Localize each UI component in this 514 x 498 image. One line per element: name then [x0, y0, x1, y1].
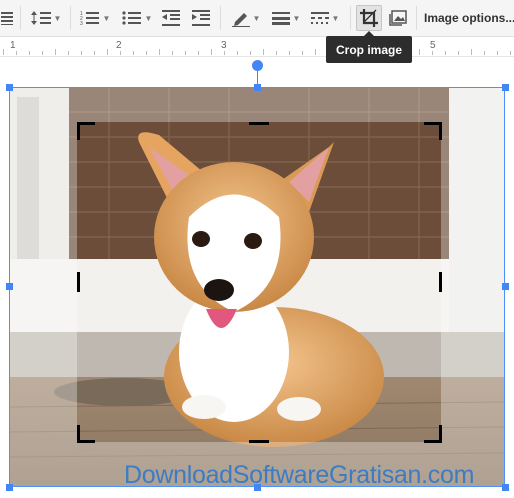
- horizontal-ruler[interactable]: 1 2 3 5: [0, 37, 514, 57]
- crop-handle-top[interactable]: [249, 122, 269, 125]
- crop-handle-right[interactable]: [439, 272, 442, 292]
- ruler-tick: [211, 49, 212, 55]
- chevron-down-icon: ▼: [252, 13, 261, 23]
- resize-handle-right[interactable]: [502, 283, 509, 290]
- ruler-tick: [432, 51, 433, 55]
- ruler-tick: [289, 51, 290, 55]
- crop-handle-bottom-left[interactable]: [77, 425, 80, 443]
- toolbar: ▼ 1 2 3 ▼ ▼ ▼ ▼ ▼ Image options...: [0, 0, 514, 37]
- ruler-tick: [16, 51, 17, 55]
- ruler-tick: [419, 49, 420, 55]
- line-dash-button[interactable]: ▼: [306, 5, 344, 31]
- ruler-tick: [81, 51, 82, 55]
- chevron-down-icon: ▼: [144, 13, 153, 23]
- image-options-label: Image options...: [424, 11, 514, 25]
- replace-image-button[interactable]: [386, 5, 410, 31]
- line-spacing-button[interactable]: ▼: [28, 5, 64, 31]
- ruler-tick: [29, 51, 30, 55]
- ruler-tick: [315, 49, 316, 55]
- crop-frame: [77, 122, 442, 443]
- ruler-tick: [94, 51, 95, 55]
- ruler-tick: [133, 51, 134, 55]
- bulleted-list-button[interactable]: ▼: [119, 5, 155, 31]
- increase-indent-button[interactable]: [190, 5, 212, 31]
- crop-image-tooltip: Crop image: [326, 31, 412, 63]
- crop-image-button[interactable]: [356, 5, 382, 31]
- ruler-tick: [120, 51, 121, 55]
- decrease-indent-icon: [162, 10, 180, 26]
- resize-handle-bottom-left[interactable]: [6, 484, 13, 491]
- replace-image-icon: [389, 10, 407, 26]
- ruler-tick: [445, 51, 446, 55]
- line-dash-icon: [310, 12, 329, 24]
- ruler-tick: [42, 51, 43, 55]
- ruler-tick: [250, 51, 251, 55]
- ruler-tick: [55, 49, 56, 55]
- resize-handle-left[interactable]: [6, 283, 13, 290]
- line-spacing-icon: [30, 11, 51, 25]
- ruler-tick: [172, 51, 173, 55]
- resize-handle-top[interactable]: [254, 84, 261, 91]
- ruler-tick: [159, 49, 160, 55]
- ruler-number: 5: [430, 40, 436, 51]
- svg-text:3: 3: [80, 21, 83, 26]
- align-justify-icon: [1, 12, 13, 25]
- ruler-tick: [198, 51, 199, 55]
- ruler-tick: [107, 49, 108, 55]
- ruler-tick: [68, 51, 69, 55]
- bulleted-list-icon: [121, 11, 141, 25]
- crop-handle-left[interactable]: [77, 272, 80, 292]
- watermark-text: DownloadSoftwareGratisan.com: [124, 461, 475, 489]
- ruler-tick: [263, 49, 264, 55]
- chevron-down-icon: ▼: [292, 13, 301, 23]
- rotate-handle[interactable]: [252, 60, 263, 71]
- toolbar-separator: [70, 6, 71, 30]
- crop-handle-top-right[interactable]: [439, 122, 442, 140]
- ruler-tick: [237, 51, 238, 55]
- chevron-down-icon: ▼: [102, 13, 111, 23]
- ruler-tick: [185, 51, 186, 55]
- resize-handle-bottom-right[interactable]: [502, 484, 509, 491]
- ruler-tick: [471, 49, 472, 55]
- numbered-list-icon: 1 2 3: [80, 11, 99, 26]
- align-justify-button[interactable]: [0, 5, 14, 31]
- crop-icon: [360, 9, 378, 27]
- crop-handle-top-left[interactable]: [77, 122, 80, 140]
- resize-handle-top-left[interactable]: [6, 84, 13, 91]
- resize-handle-top-right[interactable]: [502, 84, 509, 91]
- crop-handle-bottom-right[interactable]: [439, 425, 442, 443]
- ruler-tick: [458, 51, 459, 55]
- ruler-tick: [146, 51, 147, 55]
- ruler-tick: [484, 51, 485, 55]
- line-weight-button[interactable]: ▼: [268, 5, 304, 31]
- chevron-down-icon: ▼: [331, 13, 340, 23]
- pen-color-icon: [231, 13, 250, 27]
- ruler-tick: [224, 51, 225, 55]
- image-options-button[interactable]: Image options...: [424, 5, 514, 31]
- toolbar-separator: [416, 6, 417, 30]
- increase-indent-icon: [192, 10, 210, 26]
- ruler-tick: [302, 51, 303, 55]
- crop-handle-bottom[interactable]: [249, 440, 269, 443]
- decrease-indent-button[interactable]: [160, 5, 182, 31]
- ruler-number: 1: [10, 40, 16, 51]
- line-weight-icon: [271, 12, 290, 25]
- chevron-down-icon: ▼: [53, 13, 62, 23]
- ruler-tick: [510, 51, 511, 55]
- ruler-number: 3: [221, 40, 227, 51]
- numbered-list-button[interactable]: 1 2 3 ▼: [77, 5, 113, 31]
- ruler-number: 2: [116, 40, 122, 51]
- toolbar-separator: [350, 6, 351, 30]
- pen-color-button[interactable]: ▼: [227, 5, 265, 31]
- toolbar-separator: [220, 6, 221, 30]
- ruler-tick: [276, 51, 277, 55]
- ruler-tick: [3, 49, 4, 55]
- toolbar-separator: [20, 6, 21, 30]
- ruler-tick: [497, 51, 498, 55]
